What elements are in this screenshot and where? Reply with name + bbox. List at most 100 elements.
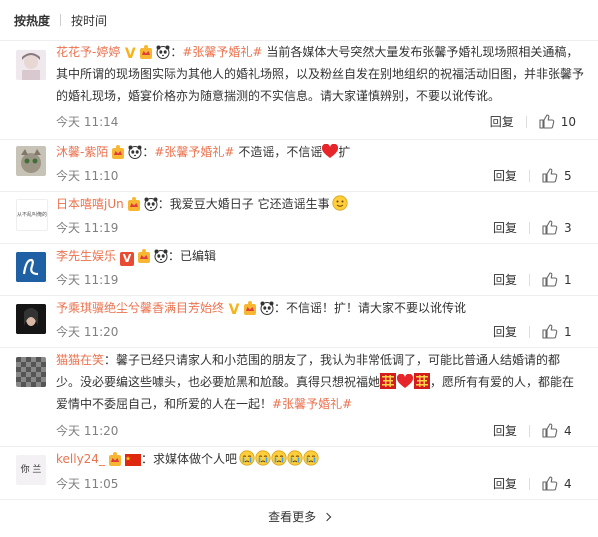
comment-time: 今天 11:19: [56, 273, 119, 287]
crown-badge-icon: [244, 301, 257, 315]
panda-icon: [128, 145, 143, 159]
comment-actions: 回复 10: [490, 113, 576, 130]
comment-actions: 回复 5: [493, 167, 576, 184]
avatar[interactable]: 你 兰: [16, 455, 46, 485]
verified-v-icon: V: [120, 252, 135, 266]
view-more-label: 查看更多: [268, 510, 317, 524]
comment-username[interactable]: 予乘琪骥绝尘兮馨香满目芳始终: [56, 301, 224, 315]
avatar-text: 从不乱叫俺的: [17, 212, 48, 218]
like-button[interactable]: 1: [542, 271, 576, 288]
like-count: 10: [560, 114, 576, 129]
thumbs-up-icon: [542, 323, 558, 339]
panda-icon: [156, 45, 171, 59]
comment-time: 今天 11:10: [56, 169, 119, 183]
avatar[interactable]: [16, 146, 46, 176]
crown-badge-icon: [112, 145, 125, 159]
cry-emoji-icon: [270, 450, 287, 466]
chevron-right-icon: [322, 512, 332, 522]
comment-username[interactable]: 日本嘻嘻jUn: [56, 197, 124, 211]
reply-button[interactable]: 回复: [493, 271, 517, 288]
reply-button[interactable]: 回复: [493, 323, 517, 340]
action-divider: [529, 477, 530, 490]
comment-item: 予乘琪骥绝尘兮馨香满目芳始终 V ：不信谣！扩！请大家不要以讹传讹 今天 11:20…: [0, 296, 598, 348]
hashtag-link[interactable]: #张馨予婚礼#: [182, 45, 262, 59]
like-button[interactable]: 3: [542, 219, 576, 236]
panda-icon: [260, 301, 275, 315]
comment-text: 不信谣！扩！请大家不要以讹传讹: [286, 301, 467, 315]
avatar[interactable]: [16, 50, 46, 80]
heart-emoji-icon: [397, 374, 414, 388]
sort-by-time-tab[interactable]: 按时间: [71, 12, 107, 29]
reply-button[interactable]: 回复: [493, 475, 517, 492]
comment-username[interactable]: 沐馨-紫陌: [56, 145, 108, 159]
comment-body: 沐馨-紫陌 ：#张馨予婚礼# 不造谣，不信谣扩: [56, 144, 351, 159]
action-divider: [525, 115, 527, 128]
action-divider: [529, 169, 530, 182]
like-button[interactable]: 10: [539, 113, 576, 130]
hashtag-link[interactable]: #张馨予婚礼#: [154, 145, 234, 159]
comment-item: 花花予-婷婷 V ：#张馨予婚礼# 当前各媒体大号突然大量发布张馨予婚礼现场照相关通…: [0, 41, 598, 140]
crown-badge-icon: [108, 452, 121, 466]
comment-username[interactable]: 花花予-婷婷: [56, 45, 120, 59]
comment-item: 从不乱叫俺的 日本嘻嘻jUn ：我爱豆大婚日子 它还造谣生事 今天 11:19 回…: [0, 192, 598, 244]
cry-emoji-icon: [254, 450, 271, 466]
like-count: 3: [564, 220, 572, 235]
like-count: 1: [564, 324, 572, 339]
thumbs-up-icon: [542, 219, 558, 235]
like-button[interactable]: 5: [542, 167, 576, 184]
sort-divider: [60, 14, 62, 26]
sort-by-hot-tab[interactable]: 按热度: [14, 12, 50, 29]
like-button[interactable]: 4: [542, 422, 576, 439]
comment-username[interactable]: kelly24_: [56, 452, 105, 466]
verified-v-icon: V: [228, 302, 240, 318]
comment-username[interactable]: 李先生娱乐: [56, 249, 116, 263]
view-more-link[interactable]: 查看更多: [0, 508, 598, 525]
reply-button[interactable]: 回复: [493, 167, 517, 184]
comment-text: 不造谣，不信谣: [238, 145, 323, 159]
comment-body: 日本嘻嘻jUn ：我爱豆大婚日子 它还造谣生事: [56, 193, 584, 215]
double-happiness-icon: [380, 373, 397, 389]
action-divider: [529, 424, 530, 437]
avatar[interactable]: 从不乱叫俺的: [16, 199, 48, 231]
comment-actions: 回复 4: [493, 422, 576, 439]
comment-actions: 回复 3: [493, 219, 576, 236]
like-count: 5: [564, 168, 572, 183]
thumbs-up-icon: [542, 422, 558, 438]
comment-username[interactable]: 猫猫在笑: [56, 353, 104, 367]
china-flag-icon: [124, 454, 141, 466]
avatar[interactable]: [16, 357, 46, 387]
comment-actions: 回复 4: [493, 475, 576, 492]
comment-body: 花花予-婷婷 V ：#张馨予婚礼# 当前各媒体大号突然大量发布张馨予婚礼现场照相关通…: [56, 45, 585, 103]
comment-body: 予乘琪骥绝尘兮馨香满目芳始终 V ：不信谣！扩！请大家不要以讹传讹: [56, 301, 467, 318]
comment-item: 你 兰 kelly24_ ：求媒体做个人吧 今天 11:05 回复 4: [0, 447, 598, 500]
thumbs-up-icon: [542, 475, 558, 491]
thumbs-up-icon: [542, 271, 558, 287]
reply-button[interactable]: 回复: [493, 219, 517, 236]
comment-text-tail: 扩: [338, 145, 351, 159]
avatar-text: 你 兰: [20, 465, 42, 475]
like-button[interactable]: 4: [542, 475, 576, 492]
like-count: 4: [564, 476, 572, 491]
comment-time: 今天 11:20: [56, 424, 119, 438]
cry-emoji-icon: [302, 450, 319, 466]
reply-button[interactable]: 回复: [493, 422, 517, 439]
like-button[interactable]: 1: [542, 323, 576, 340]
action-divider: [529, 221, 530, 234]
avatar[interactable]: [16, 252, 46, 282]
like-count: 1: [564, 272, 572, 287]
reply-button[interactable]: 回复: [490, 113, 514, 130]
comment-time: 今天 11:05: [56, 477, 119, 491]
panda-icon: [154, 249, 169, 263]
comment-text: 我爱豆大婚日子 它还造谣生事: [169, 197, 330, 211]
panda-icon: [143, 197, 158, 211]
hashtag-link[interactable]: #张馨予婚礼#: [272, 397, 352, 411]
avatar[interactable]: [16, 304, 46, 334]
comment-actions: 回复 1: [493, 323, 576, 340]
action-divider: [529, 273, 530, 286]
crown-badge-icon: [127, 197, 140, 211]
comment-body: 猫猫在笑：馨子已经只请家人和小范围的朋友了，我认为非常低调了，可能比普通人结婚请…: [56, 353, 575, 411]
smile-emoji-icon: [331, 195, 348, 211]
like-count: 4: [564, 423, 572, 438]
comment-time: 今天 11:14: [56, 115, 119, 129]
double-happiness-icon: [414, 373, 431, 389]
